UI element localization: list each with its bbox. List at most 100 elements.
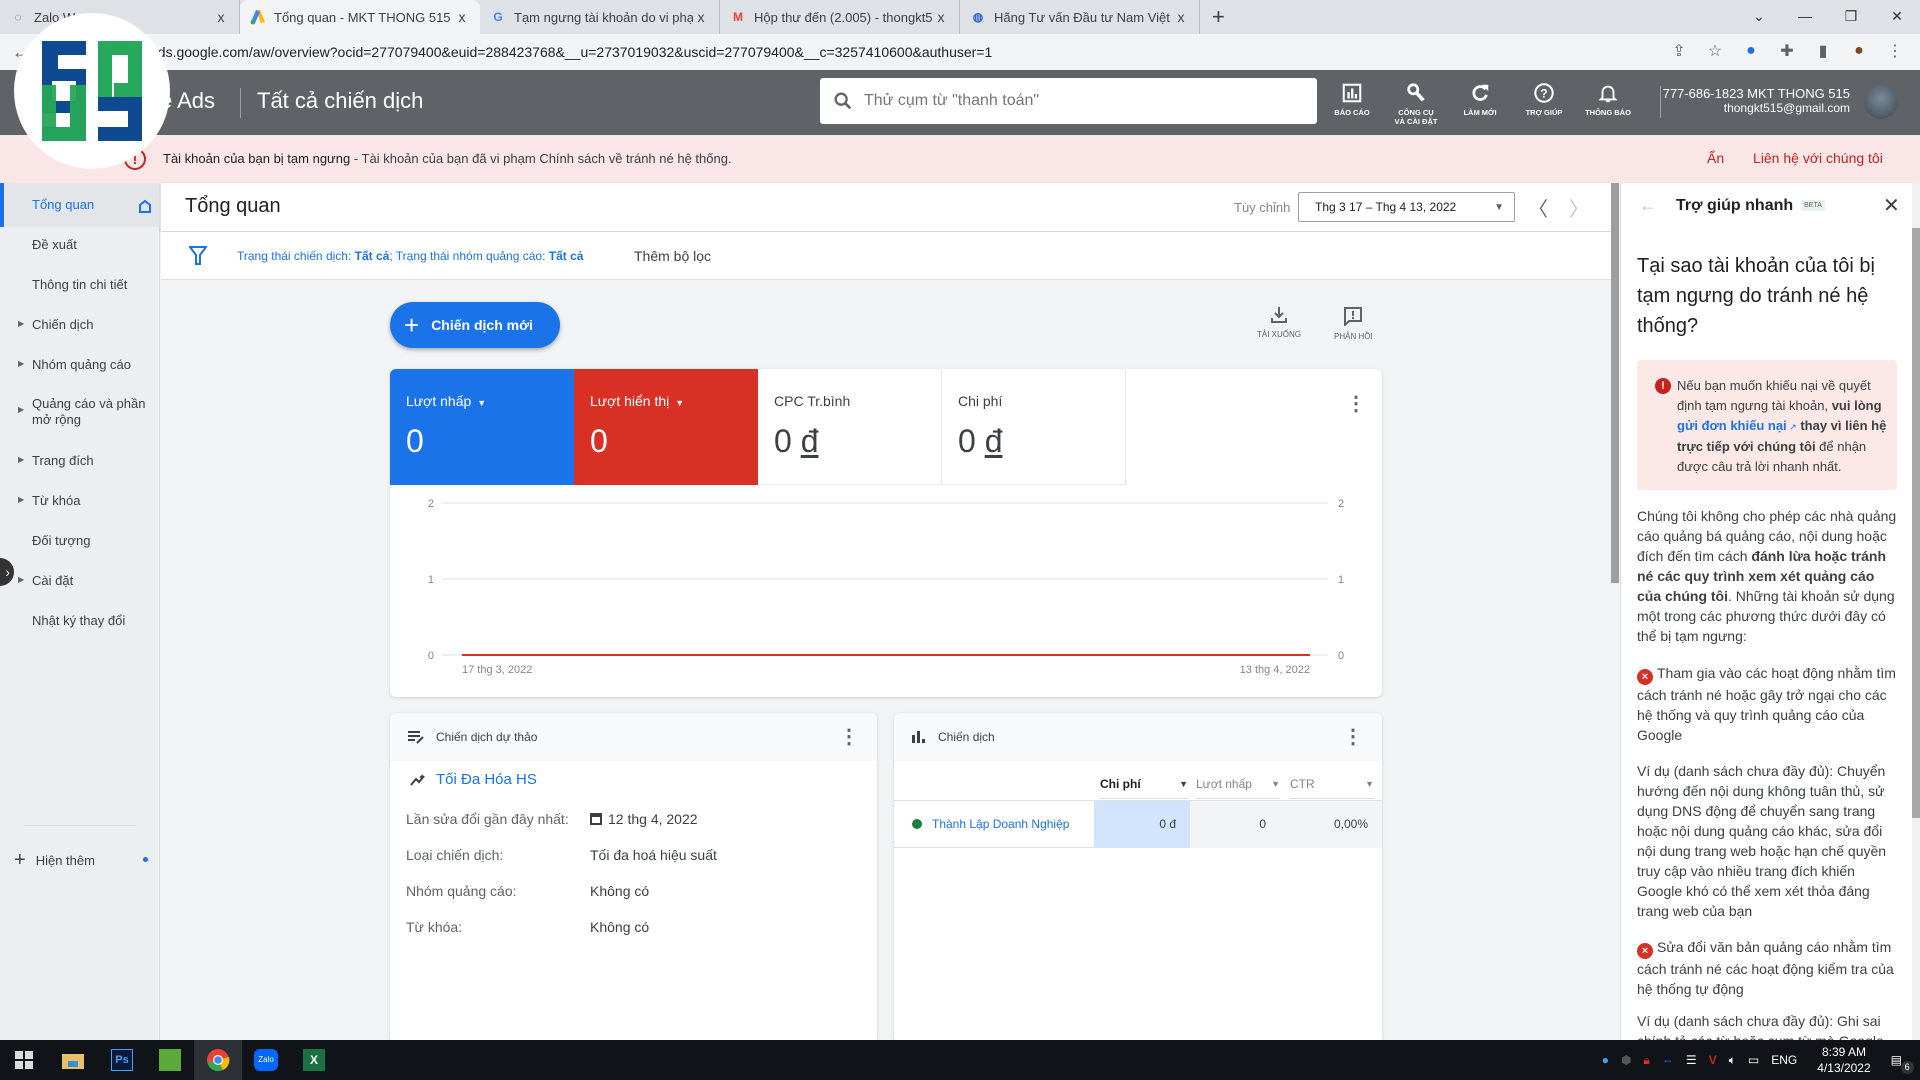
tab-google-search[interactable]: G Tạm ngưng tài khoản do vi phạm x [480,0,720,34]
bookmark-star-icon[interactable]: ☆ [1704,40,1726,62]
antivirus-icon[interactable]: V [1709,1053,1717,1067]
close-window-button[interactable]: ✕ [1874,0,1920,34]
file-explorer-icon[interactable] [48,1040,98,1080]
column-header-clicks[interactable]: Lượt nhấp ▼ [1196,777,1280,799]
teamviewer-icon[interactable]: ⇔ [1662,1053,1674,1067]
bar-chart-icon [912,731,925,743]
sidebar-item-audiences[interactable]: Đối tượng [0,519,160,559]
new-tab-button[interactable]: + [1200,0,1237,34]
sidebar-item-settings[interactable]: ▶ Cài đặt [0,559,160,599]
volume-icon[interactable]: 🔈︎ [1729,1053,1736,1068]
profile-icon[interactable]: ● [1848,40,1870,62]
chrome-menu-icon[interactable]: ⋮ [1884,40,1906,62]
more-options-icon[interactable]: ⋮ [1346,394,1366,414]
account-info[interactable]: 777-686-1823 MKT THONG 515 thongkt515@gm… [1663,86,1850,116]
column-label: Lượt nhấp [1196,777,1252,791]
search-input[interactable] [864,92,1304,110]
draft-campaign-name: Tối Đa Hóa HS [436,771,537,788]
action-center-icon[interactable]: ▤ 6 [1891,1053,1914,1074]
network-icon[interactable]: ▭ [1748,1053,1759,1067]
back-arrow-icon[interactable]: ← [1639,195,1657,216]
tab-namviet[interactable]: ◍ Hãng Tư vấn Đầu tư Nam Việt La x [960,0,1200,34]
more-options-icon[interactable]: ⋮ [1343,727,1363,747]
zalo-tray-icon[interactable]: ● [1602,1053,1609,1067]
sidebar-item-ads-extensions[interactable]: ▶ Quảng cáo và phần mở rộng [0,383,160,431]
close-icon[interactable]: ✕ [1883,193,1900,218]
close-tab-icon[interactable]: x [454,9,470,25]
search-box[interactable] [820,78,1317,124]
new-campaign-button[interactable]: + Chiến dịch mới [390,302,560,348]
metric-impressions[interactable]: Lượt hiển thị ▼ 0 [574,369,758,485]
tab-search-icon[interactable]: ⌄ [1736,0,1782,34]
coreldraw-icon[interactable] [146,1040,194,1080]
main-scrollbar[interactable] [1611,183,1619,583]
network-adapter-icon[interactable]: ☰ [1686,1053,1697,1067]
sidebar-item-overview[interactable]: Tổng quan [0,183,160,227]
add-filter-button[interactable]: Thêm bộ lọc [634,248,711,264]
filter-icon[interactable] [189,246,207,266]
draft-campaign-link[interactable]: Tối Đa Hóa HS [410,771,537,788]
close-tab-icon[interactable]: x [213,9,229,25]
extensions-puzzle-icon[interactable]: ✚ [1776,40,1798,62]
sidebar-item-recommendations[interactable]: Đề xuất [0,223,160,263]
active-filters[interactable]: Trạng thái chiến dịch: Tất cả; Trạng thá… [237,249,583,263]
sidebar-item-campaigns[interactable]: ▶ Chiến dịch [0,303,160,343]
campaign-link[interactable]: Thành Lập Doanh Nghiệp [912,817,1069,831]
sidebar-item-insights[interactable]: Thông tin chi tiết [0,263,160,303]
plus-icon: + [14,849,26,871]
close-tab-icon[interactable]: x [1173,9,1189,25]
feedback-button[interactable]: PHẢN HỒI [1334,306,1373,341]
metric-clicks[interactable]: Lượt nhấp ▼ 0 [390,369,574,485]
windows-start-icon[interactable] [0,1040,48,1080]
photoshop-icon[interactable]: Ps [98,1040,146,1080]
vpn-lock-icon[interactable]: 🔒︎ [1644,1053,1650,1068]
language-indicator[interactable]: ENG [1771,1053,1797,1067]
previous-period-button[interactable]: 〈 [1528,193,1548,222]
shield-icon[interactable]: ⬢ [1621,1053,1631,1067]
chrome-icon[interactable] [194,1040,242,1080]
next-period-button[interactable]: 〉 [1569,193,1589,222]
tools-settings-button[interactable]: CÔNG CỤ VÀ CÀI ĐẶT [1384,82,1448,126]
clock[interactable]: 8:39 AM 4/13/2022 [1817,1044,1870,1076]
column-header-ctr[interactable]: CTR ▼ [1290,777,1374,799]
sidebar-item-keywords[interactable]: ▶ Từ khóa [0,479,160,519]
notifications-button[interactable]: THÔNG BÁO [1576,82,1640,126]
column-header-cost[interactable]: Chi phí ▼ [1100,777,1188,799]
feedback-label: PHẢN HỒI [1334,332,1373,341]
more-options-icon[interactable]: ⋮ [839,727,859,747]
metric-cost[interactable]: Chi phí 0 đ [942,369,1126,485]
refresh-button[interactable]: LÀM MỚI [1448,82,1512,126]
minimize-button[interactable]: — [1782,0,1828,34]
tab-google-ads[interactable]: Tổng quan - MKT THONG 515 - Goo x [240,0,480,34]
submit-appeal-link[interactable]: gửi đơn khiếu nại ↗ [1677,418,1797,433]
close-tab-icon[interactable]: x [933,9,949,25]
zalo-icon[interactable]: Zalo [242,1040,290,1080]
extension-icon[interactable]: ● [1740,40,1762,62]
contact-us-button[interactable]: Liên hệ với chúng tôi [1753,150,1883,166]
sidebar-item-landing-pages[interactable]: ▶ Trang đích [0,439,160,479]
url-field[interactable]: ads.google.com/aw/overview?ocid=27707940… [150,38,1690,66]
avatar[interactable] [1864,85,1898,119]
sidebar-item-change-history[interactable]: Nhật ký thay đổi [0,599,160,639]
plus-icon: + [404,310,420,340]
reports-button[interactable]: BÁO CÁO [1320,82,1384,126]
excel-icon[interactable]: X [290,1040,338,1080]
help-button[interactable]: ? TRỢ GIÚP [1512,82,1576,126]
show-more-label: Hiện thêm [35,853,95,868]
row-value: 12 thg 4, 2022 [608,811,698,827]
tab-gmail[interactable]: M Hộp thư đến (2.005) - thongkt515 x [720,0,960,34]
help-scrollbar-thumb[interactable] [1912,228,1920,818]
hide-alert-button[interactable]: Ẩn [1707,150,1724,166]
show-more-button[interactable]: + Hiện thêm [14,849,148,872]
restore-button[interactable]: ❐ [1828,0,1874,34]
download-button[interactable]: TẢI XUỐNG [1257,306,1301,339]
close-tab-icon[interactable]: x [693,9,709,25]
sidebar-item-ad-groups[interactable]: ▶ Nhóm quảng cáo [0,343,160,383]
side-panel-icon[interactable]: ▮ [1812,40,1834,62]
row-value: Không có [590,919,650,935]
share-icon[interactable]: ⇪ [1668,40,1690,62]
notification-count: 6 [1900,1061,1914,1074]
metric-avg-cpc[interactable]: CPC Tr.bình 0 đ [758,369,942,485]
metric-label: CPC Tr.bình [774,393,851,409]
date-range-picker[interactable]: Thg 3 17 – Thg 4 13, 2022 ▼ [1298,192,1515,222]
